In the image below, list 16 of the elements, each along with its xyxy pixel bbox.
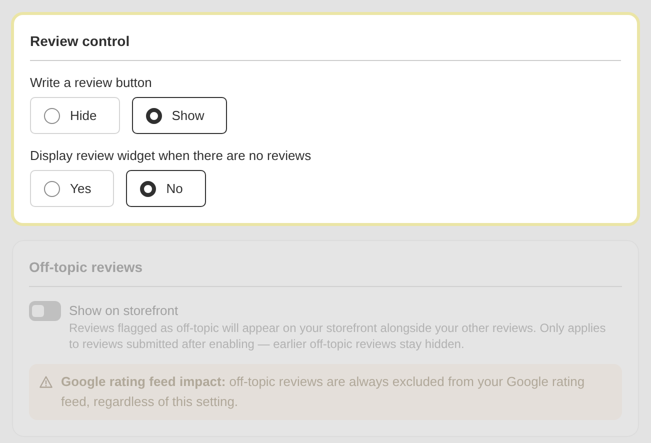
radio-icon <box>44 180 60 196</box>
group-label: Write a review button <box>30 75 153 91</box>
warning-icon <box>39 375 53 389</box>
group-label: Display review widget when there are no reviews <box>30 148 312 164</box>
toggle-switch[interactable] <box>29 301 61 321</box>
card-title: Review control <box>30 32 131 50</box>
notice-text: Google rating feed impact: off-topic reviews are always excluded from your Google rating feed, regardless of this setting. <box>61 373 586 411</box>
radio-option[interactable]: Hide <box>30 97 120 134</box>
radio-icon <box>140 180 156 196</box>
toggle-label: Show on storefront <box>69 302 180 320</box>
radio-option[interactable]: Show <box>132 97 228 134</box>
radio-option[interactable]: No <box>126 170 206 207</box>
card-title: Off-topic reviews <box>29 258 144 276</box>
radio-icon <box>146 108 162 124</box>
radio-option[interactable]: Yes <box>30 170 114 207</box>
radio-icon <box>44 108 60 124</box>
